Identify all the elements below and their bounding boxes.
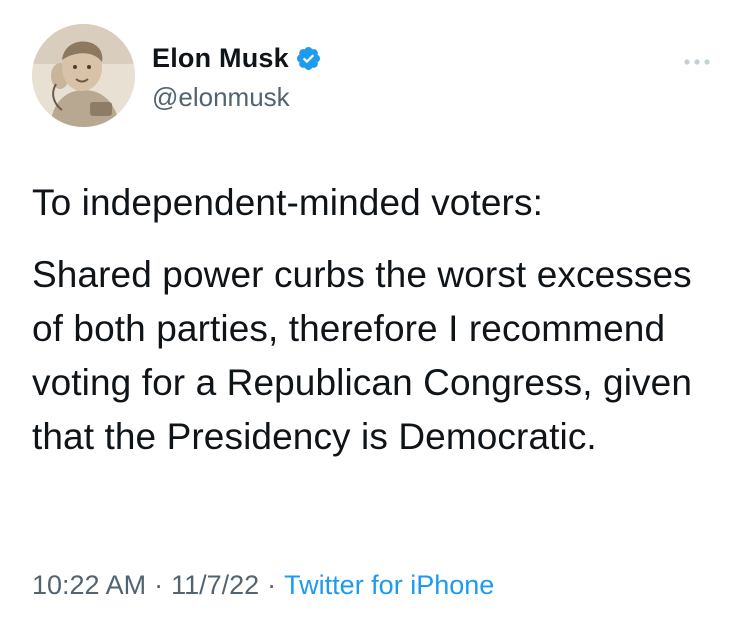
name-row: Elon Musk [152, 38, 322, 78]
verified-badge-icon [295, 45, 322, 72]
meta-separator: · [267, 570, 277, 600]
display-name[interactable]: Elon Musk [152, 43, 289, 74]
tweet-date[interactable]: 11/7/22 [171, 570, 259, 600]
user-info: Elon Musk @elonmusk [152, 38, 322, 113]
meta-separator: · [154, 570, 164, 600]
avatar-photo [32, 24, 135, 127]
avatar[interactable] [32, 24, 135, 127]
tweet-paragraph: To independent-minded voters: [32, 182, 543, 223]
more-options-icon[interactable] [682, 54, 712, 65]
tweet-card: Elon Musk @elonmusk To independent-minde… [0, 0, 750, 630]
tweet-source-link[interactable]: Twitter for iPhone [284, 570, 494, 600]
tweet-time[interactable]: 10:22 AM [32, 570, 146, 600]
user-handle[interactable]: @elonmusk [152, 82, 322, 113]
tweet-text: To independent-minded voters: Shared pow… [32, 176, 722, 464]
tweet-meta: 10:22 AM · 11/7/22 · Twitter for iPhone [32, 570, 494, 601]
tweet-paragraph: Shared power curbs the worst excesses of… [32, 254, 692, 457]
